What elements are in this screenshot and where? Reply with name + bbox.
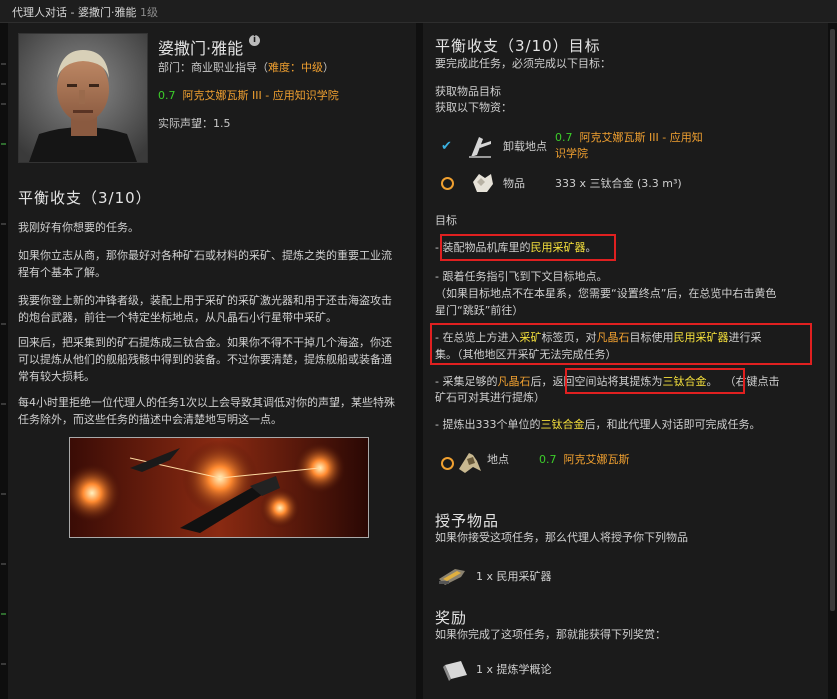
skillbook-icon[interactable] [441,655,471,685]
granted-desc: 如果你接受这项任务，那么代理人将授予你下列物品 [435,531,688,544]
agent-panel: 婆撒门·雅能 i 部门：商业职业指导（难度：中级） 0.7 阿克艾娜瓦斯 III … [8,23,416,699]
dropoff-location-link[interactable]: 0.7 阿克艾娜瓦斯 III - 应用知识学院 [555,130,705,162]
objectives-panel: 平衡收支（3/10）目标 要完成此任务，必须完成以下目标： 获取物品目标 获取以… [423,23,828,699]
mission-paragraph-1: 我刚好有你想要的任务。 [18,221,139,234]
location-link[interactable]: 0.7 阿克艾娜瓦斯 [539,451,630,468]
annotation-box-3 [565,368,745,394]
mission-image [69,437,369,538]
scrollbar-thumb[interactable] [830,29,835,611]
step-2-line-2: （如果目标地点不在本星系，您需要“设置终点”后，在总览中右击黄色 [435,287,777,300]
location-label: 地点 [487,453,509,466]
fetch-title: 获取物品目标 [435,85,501,98]
circle-icon [441,177,454,190]
dropoff-location-icon [465,131,495,161]
objectives-intro: 要完成此任务，必须完成以下目标： [435,57,611,70]
mission-title: 平衡收支（3/10） [18,189,152,207]
agent-portrait[interactable] [18,33,148,163]
panel-divider[interactable] [416,23,423,699]
granted-item: 1 x 民用采矿器 [476,570,552,583]
agent-name: 婆撒门·雅能 i [158,35,261,59]
reward-header: 奖励 [435,609,468,627]
objectives-scrollbar[interactable] [828,23,837,699]
agent-standing: 实际声望：1.5 [158,117,231,130]
target-label: 目标 [435,214,457,227]
step-2-line-1: - 跟着任务指引飞到下文目标地点。 [435,270,608,283]
objectives-header: 平衡收支（3/10）目标 [435,37,601,55]
ship-icon [455,447,485,477]
agent-division: 部门：商业职业指导（难度：中级） [158,61,334,74]
mission-paragraph-2: 如果你立志从商，那你最好对各种矿石或材料的采矿、提炼之类的重要工业流程有个基本了… [18,249,392,279]
step-5: - 提炼出333个单位的三钛合金后，和此代理人对话即可完成任务。 [435,418,761,431]
checkmark-icon: ✔ [441,139,452,154]
granted-header: 授予物品 [435,512,500,530]
mining-laser-icon[interactable] [437,559,467,589]
circle-icon [441,457,454,470]
step-4-line-2: 矿石可对其进行提炼） [435,391,545,404]
step-2-line-3: 星门“跳跃”前往） [435,304,524,317]
info-icon[interactable]: i [249,35,261,46]
mission-paragraph-4: 回来后，把采集到的矿石提炼成三钛合金。如果你不得不干掉几个海盗，你还可以提炼从他… [18,336,392,383]
left-edge-strip [0,23,8,699]
item-value: 333 x 三钛合金 (3.3 m³) [555,177,682,190]
reward-desc: 如果你完成了这项任务，那就能获得下列奖赏： [435,628,666,641]
reward-item: 1 x 提炼学概论 [476,663,552,676]
mission-paragraph-5: 每4小时里拒绝一位代理人的任务1次以上会导致其调低对你的声望，某些特殊任务除外，… [18,396,395,426]
mission-paragraph-3: 我要你登上新的冲锋者级，装配上用于采矿的采矿激光器和用于还击海盗攻击的炮台武器，… [18,294,392,324]
tritanium-icon [467,168,497,198]
dropoff-label: 卸载地点 [503,140,547,153]
agent-location[interactable]: 0.7 阿克艾娜瓦斯 III - 应用知识学院 [158,87,339,103]
annotation-box-2 [430,323,812,365]
fetch-subtitle: 获取以下物资： [435,101,512,114]
window-titlebar: 代理人对话 - 婆撒门·雅能 1级 [0,0,837,23]
item-label: 物品 [503,177,525,190]
annotation-box-1 [440,234,616,261]
window-title: 代理人对话 - 婆撒门·雅能 1级 [12,6,158,19]
